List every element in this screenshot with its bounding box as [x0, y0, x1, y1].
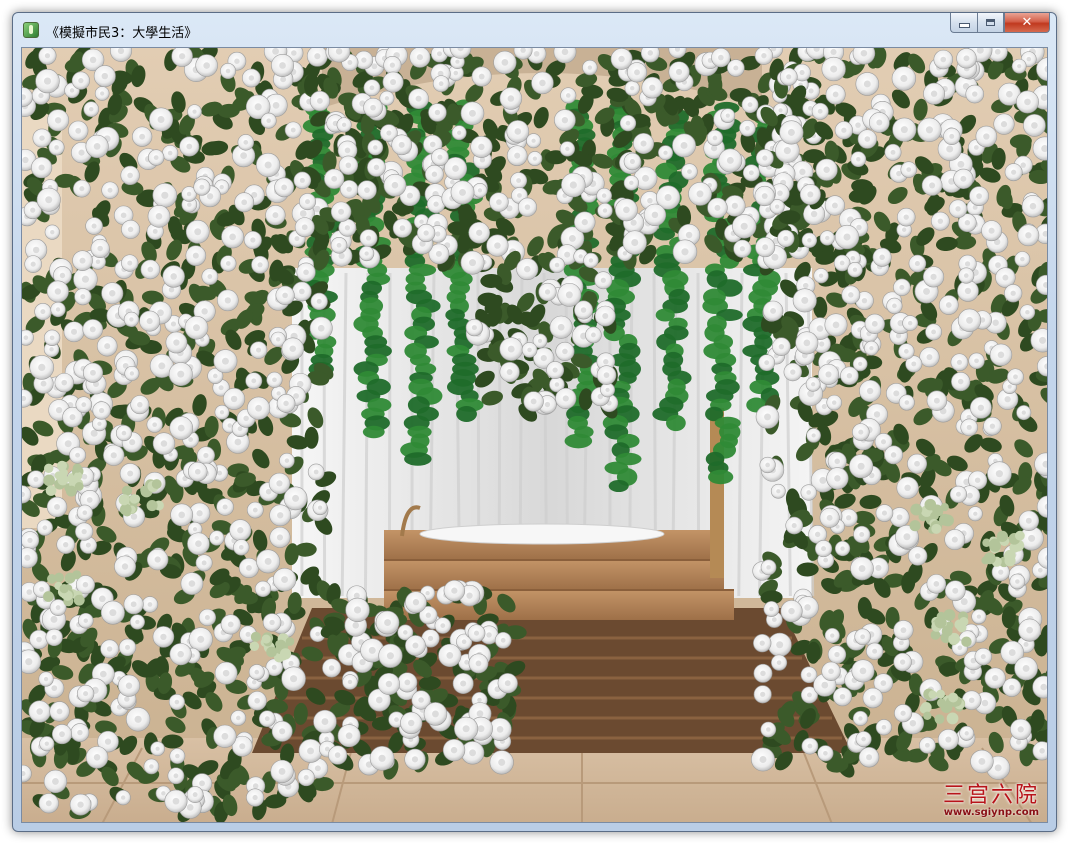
game-scene: [22, 48, 1047, 822]
site-watermark: 三宫六院 www.sgiynp.com: [942, 783, 1039, 819]
watermark-logo: 三宫六院: [942, 783, 1039, 808]
window-title: 《模擬市民3：大學生活》: [46, 26, 198, 41]
watermark-url: www.sgiynp.com: [943, 807, 1039, 818]
game-window: 《模擬市民3：大學生活》 ✕ 三宫六院 www.sgiynp.com: [12, 12, 1057, 832]
hot-tub-rim: [419, 523, 665, 545]
minimize-button[interactable]: [950, 13, 977, 33]
title-bar[interactable]: 《模擬市民3：大學生活》 ✕: [13, 13, 1056, 47]
close-button[interactable]: ✕: [1004, 13, 1050, 33]
game-viewport[interactable]: 三宫六院 www.sgiynp.com: [21, 47, 1048, 823]
sims-plumbob-icon[interactable]: [23, 22, 39, 38]
close-icon: ✕: [1021, 15, 1033, 30]
tub-step-middle: [384, 560, 724, 590]
maximize-icon: [986, 19, 995, 26]
caption-buttons: ✕: [950, 13, 1050, 33]
minimize-icon: [958, 23, 970, 28]
maximize-button[interactable]: [977, 13, 1004, 33]
